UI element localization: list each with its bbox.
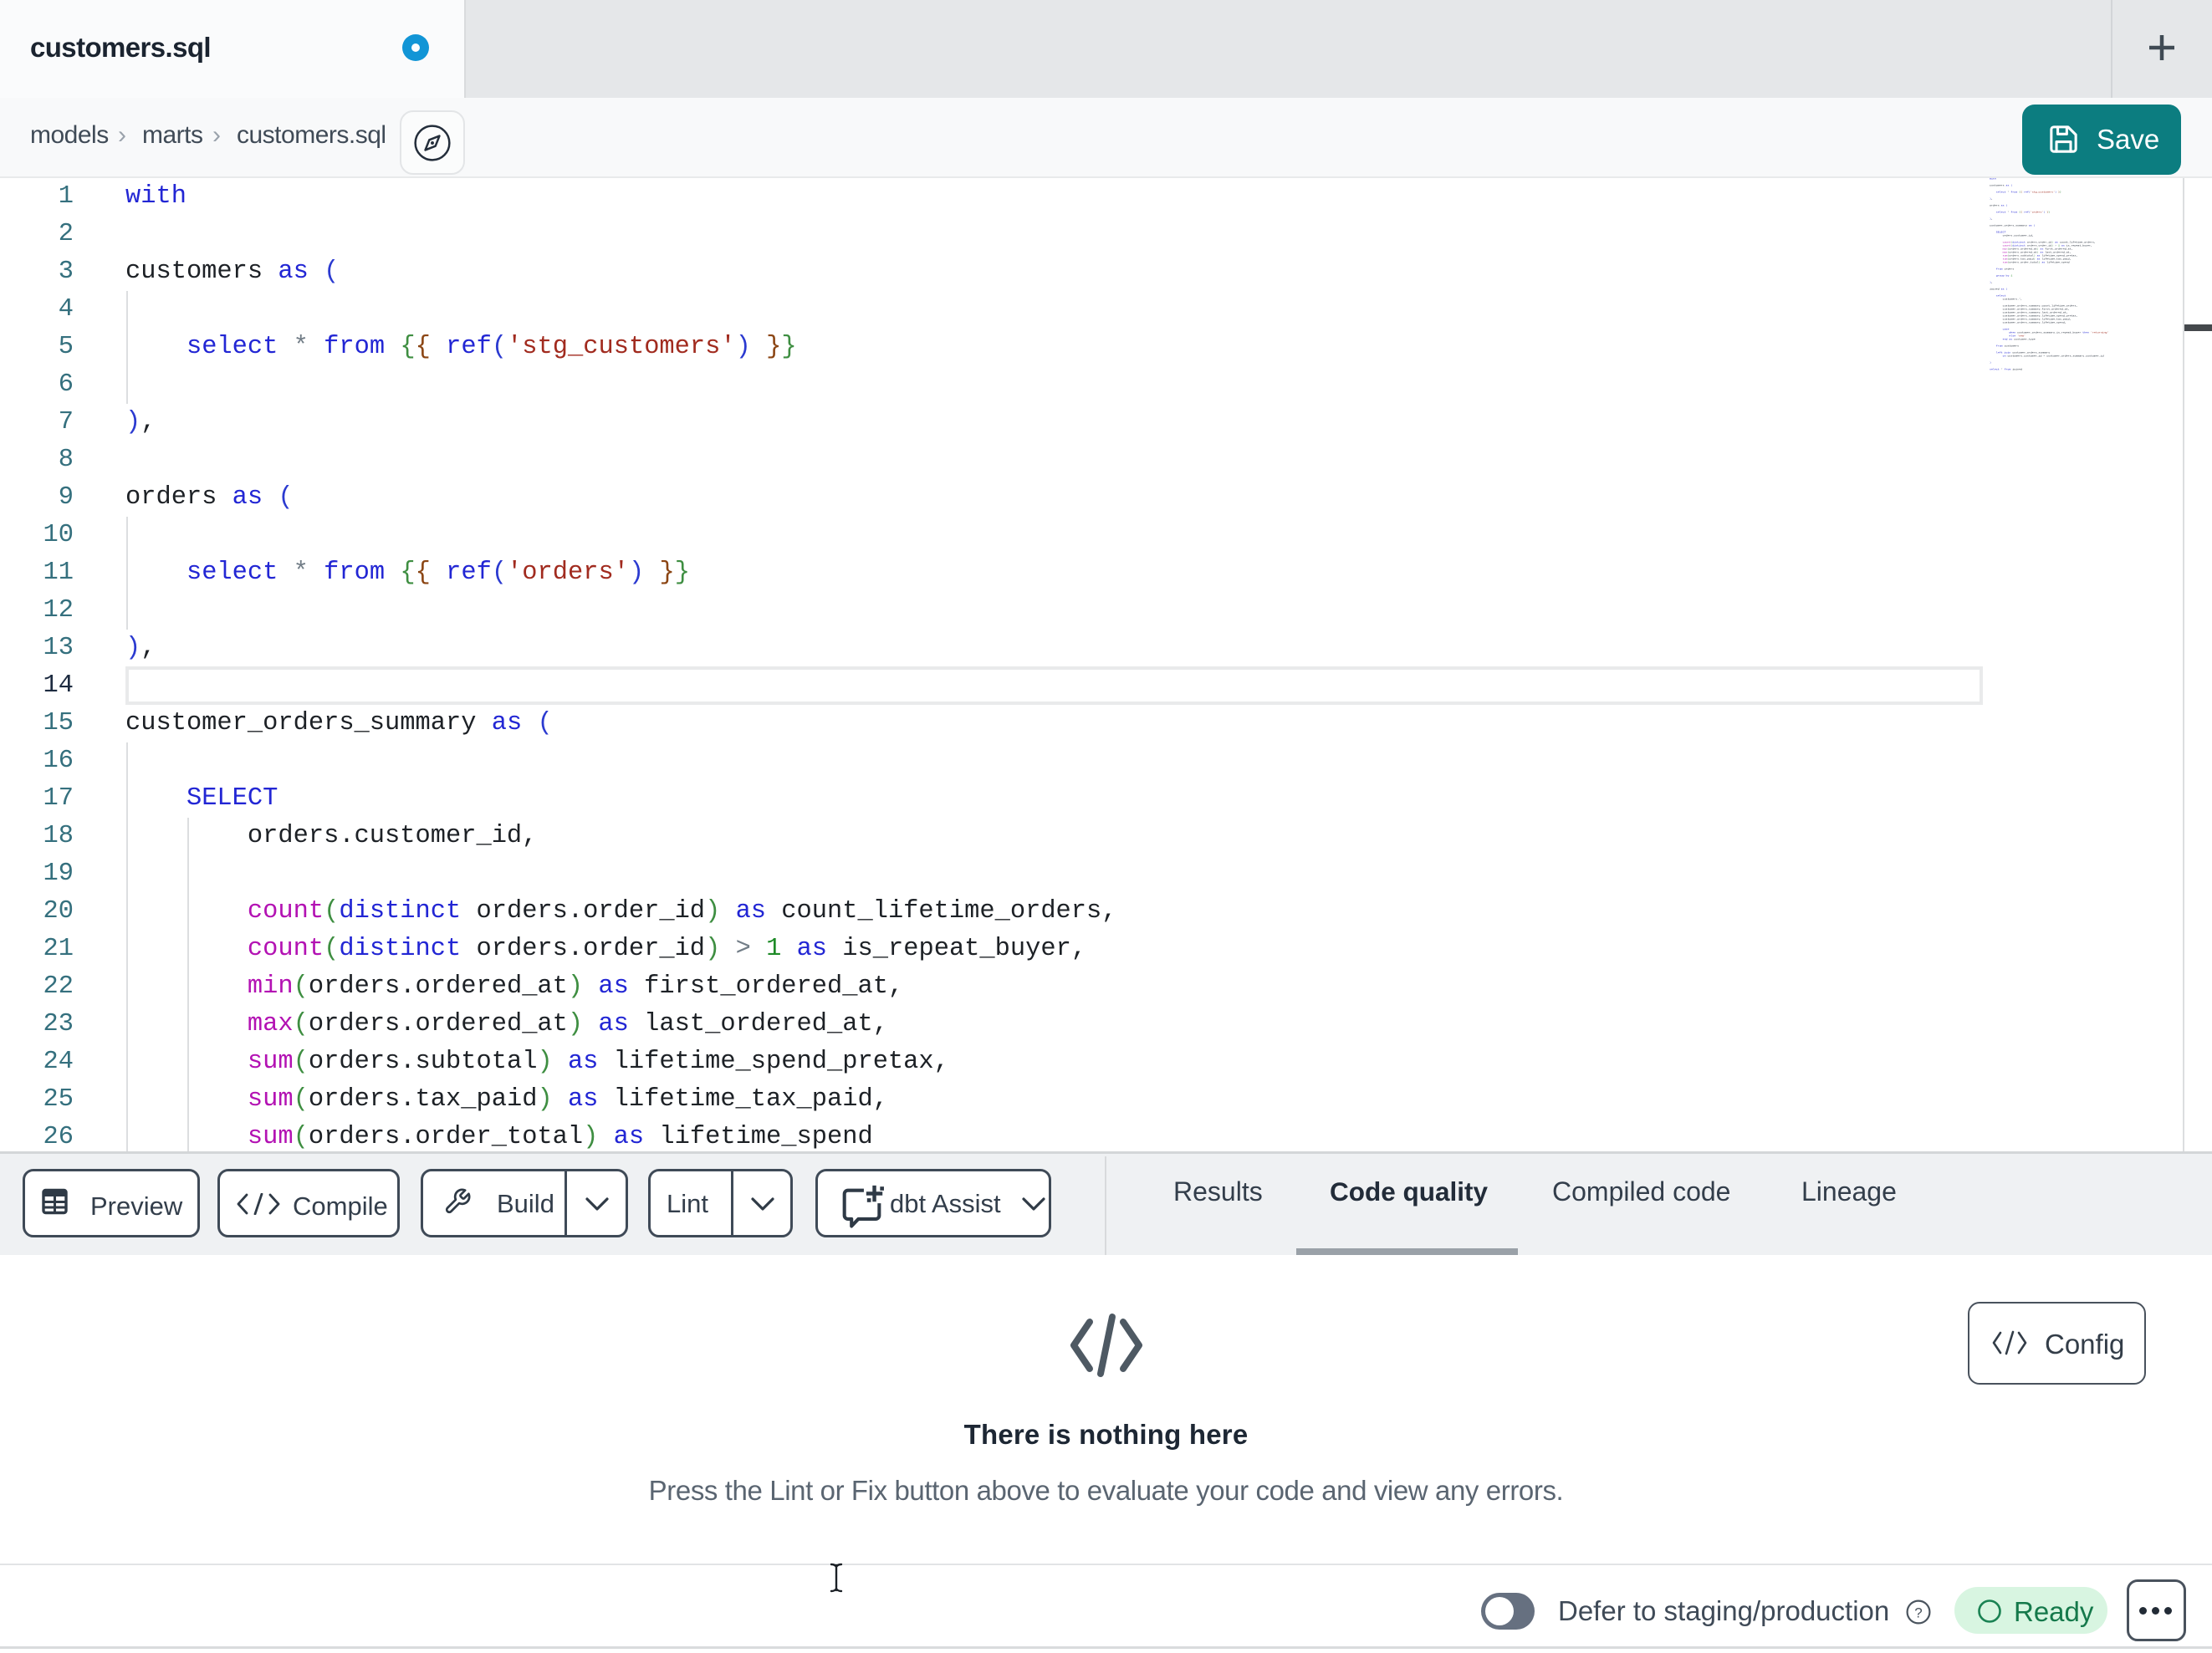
svg-text:?: ? (1914, 1605, 1922, 1621)
